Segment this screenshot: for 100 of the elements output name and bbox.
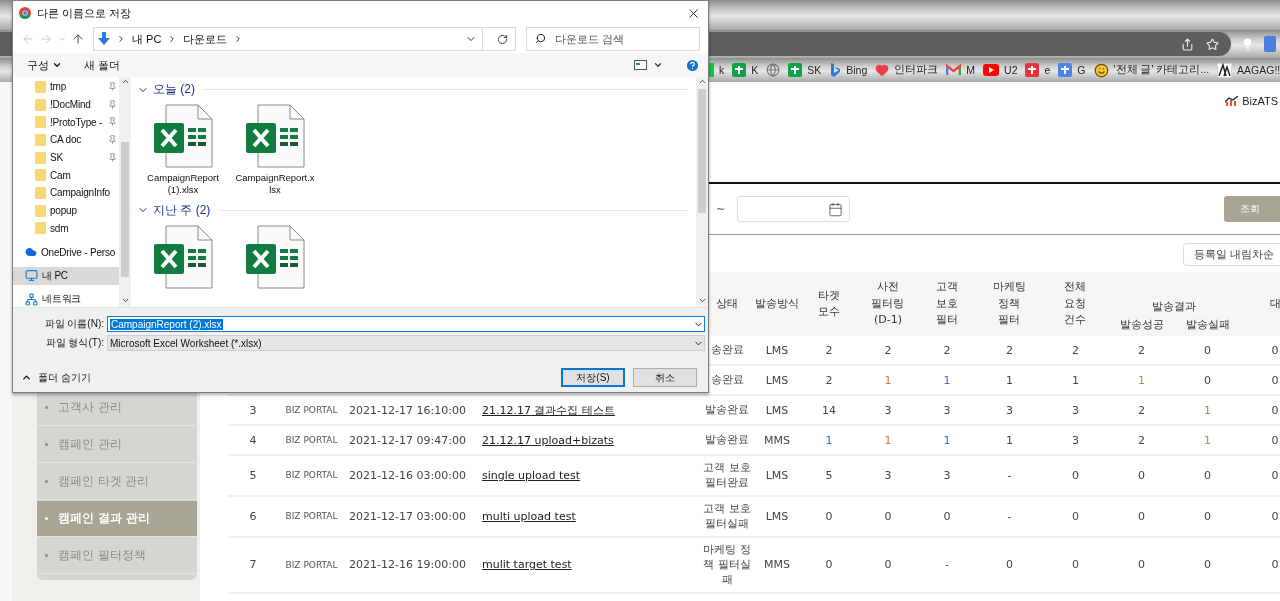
view-options-button[interactable]: [634, 60, 663, 70]
nav-item[interactable]: SK: [13, 148, 119, 167]
nav-item[interactable]: !DocMind: [13, 95, 119, 114]
video-play-icon: [983, 64, 1000, 76]
bookmark-link[interactable]: 인터파크: [894, 63, 939, 77]
sort-dropdown[interactable]: 등록일 내림차순: [1182, 243, 1280, 266]
column-header: 상태: [716, 295, 738, 312]
table-cell: 3: [884, 468, 892, 482]
table-cell: 2021-12-17 03:00:00: [349, 509, 466, 523]
file-name[interactable]: CampaignReport (1).xlsx: [143, 172, 223, 196]
scroll-up-icon[interactable]: [120, 77, 130, 86]
bookmark-link[interactable]: k: [719, 64, 725, 76]
bookmark-star-icon[interactable]: [1206, 37, 1219, 51]
nav-item[interactable]: CampaignInfo: [13, 184, 119, 202]
table-cell: 0: [1271, 343, 1279, 357]
nav-item[interactable]: !ProtoType -: [13, 113, 119, 132]
table-cell: BIZ PORTAL: [285, 559, 338, 570]
filename-field[interactable]: CampaignReport (2).xlsx: [107, 316, 705, 332]
table-cell: 2: [884, 343, 892, 357]
caret-icon[interactable]: [21, 372, 32, 383]
computer-icon: [25, 269, 38, 283]
scrollbar[interactable]: [119, 77, 131, 307]
help-icon[interactable]: [685, 57, 700, 73]
bookmark-link[interactable]: '전체 글' 카테고리...: [1113, 63, 1210, 77]
campaign-link[interactable]: 21.12.17 결과수집 테스트: [470, 402, 615, 418]
bookmark-link[interactable]: Bing: [846, 64, 868, 76]
field-label: 파일 형식(T):: [44, 336, 104, 350]
nav-item[interactable]: CA doc: [13, 131, 119, 149]
calendar-icon[interactable]: [828, 201, 844, 217]
table-cell: 7: [249, 558, 257, 572]
excel-file-icon: [152, 104, 214, 168]
table-cell: -: [945, 558, 949, 572]
bookmark-link[interactable]: K: [751, 64, 759, 76]
breadcrumb[interactable]: 내 PC: [132, 31, 162, 47]
hide-folders-button[interactable]: 폴더 숨기기: [21, 370, 91, 385]
share-icon[interactable]: [1181, 37, 1194, 51]
breadcrumb[interactable]: 다운로드: [183, 31, 228, 47]
folder-icon: [35, 133, 46, 146]
bookmark-link[interactable]: M: [966, 64, 976, 76]
folder-icon: [35, 151, 46, 164]
nav-item[interactable]: 내 PC: [13, 266, 119, 285]
table-cell: 1: [1138, 373, 1145, 387]
column-header: 발송실패: [1185, 316, 1230, 333]
table-cell-text: 마케팅 정책 필터실패: [702, 541, 752, 588]
file-name[interactable]: CampaignReport.xlsx: [235, 172, 315, 196]
table-cell: 6: [249, 509, 257, 523]
campaign-link[interactable]: mulit target test: [470, 558, 572, 572]
filetype-dropdown[interactable]: Microsoft Excel Worksheet (*.xlsx): [107, 335, 705, 351]
search-field[interactable]: 다운로드 검색: [526, 27, 700, 51]
column-header: 발송결과: [1152, 299, 1196, 314]
smile-icon: [1093, 62, 1109, 78]
date-field[interactable]: [737, 196, 851, 222]
table-cell: 송완료: [710, 372, 744, 388]
column-header: 대: [1269, 295, 1280, 312]
campaign-link[interactable]: multi upload test: [470, 509, 576, 523]
table-cell: 0: [1138, 558, 1145, 572]
column-header: 발송성공: [1119, 316, 1164, 333]
table-cell: 14: [822, 403, 836, 417]
table-cell: 0: [943, 509, 951, 523]
nav-item[interactable]: tmp: [13, 78, 119, 96]
table-cell: 0: [1204, 558, 1211, 572]
folder-icon: [35, 186, 46, 199]
refresh-icon[interactable]: [496, 33, 508, 45]
path-field[interactable]: 내 PC 다운로드: [93, 27, 516, 51]
bookmark-link[interactable]: AAGAG!!: [1237, 64, 1280, 76]
bookmark-link[interactable]: SK: [807, 64, 822, 76]
dialog-button[interactable]: 저장(S): [561, 368, 625, 387]
table-cell: 0: [1271, 509, 1279, 523]
nav-item[interactable]: OneDrive - Perso: [13, 243, 119, 261]
view-icon[interactable]: [634, 60, 647, 70]
caret-icon[interactable]: [52, 60, 62, 70]
browser-logo-icon: [19, 7, 31, 19]
new-folder-button[interactable]: 새 폴더: [84, 57, 121, 73]
table-cell: 발송완료: [705, 432, 749, 448]
table-cell: 1: [1204, 433, 1211, 447]
table-cell: 0: [1072, 468, 1079, 482]
table-cell: 0: [1271, 403, 1279, 417]
column-header: 고객 보호 필터: [935, 279, 959, 329]
excel-file-icon: [152, 224, 214, 289]
nav-item[interactable]: sdm: [13, 219, 119, 238]
scrollbar[interactable]: [696, 77, 708, 307]
table-cell: 0: [825, 558, 833, 572]
scroll-up-icon[interactable]: [697, 77, 707, 86]
table-cell: LMS: [765, 343, 789, 357]
scroll-down-icon[interactable]: [697, 296, 707, 305]
caret-icon[interactable]: [653, 60, 663, 70]
campaign-link[interactable]: 21.12.17 upload+bizats: [470, 433, 614, 447]
nav-item[interactable]: 네트워크: [13, 290, 119, 307]
bookmark-link[interactable]: U2: [1004, 64, 1018, 76]
campaign-link[interactable]: single upload test: [470, 468, 581, 482]
table-cell: 2021-12-17 09:47:00: [349, 433, 466, 447]
table-cell: 발송완료: [705, 402, 749, 418]
dialog-button[interactable]: 취소: [633, 368, 697, 387]
bookmark-link[interactable]: e: [1044, 64, 1051, 76]
scroll-down-icon[interactable]: [120, 296, 130, 305]
organize-menu[interactable]: 구성: [27, 57, 62, 73]
table-cell: 1: [943, 373, 951, 387]
nav-item[interactable]: popup: [13, 201, 119, 220]
nav-item[interactable]: Cam: [13, 166, 119, 185]
bookmark-link[interactable]: G: [1077, 64, 1086, 76]
